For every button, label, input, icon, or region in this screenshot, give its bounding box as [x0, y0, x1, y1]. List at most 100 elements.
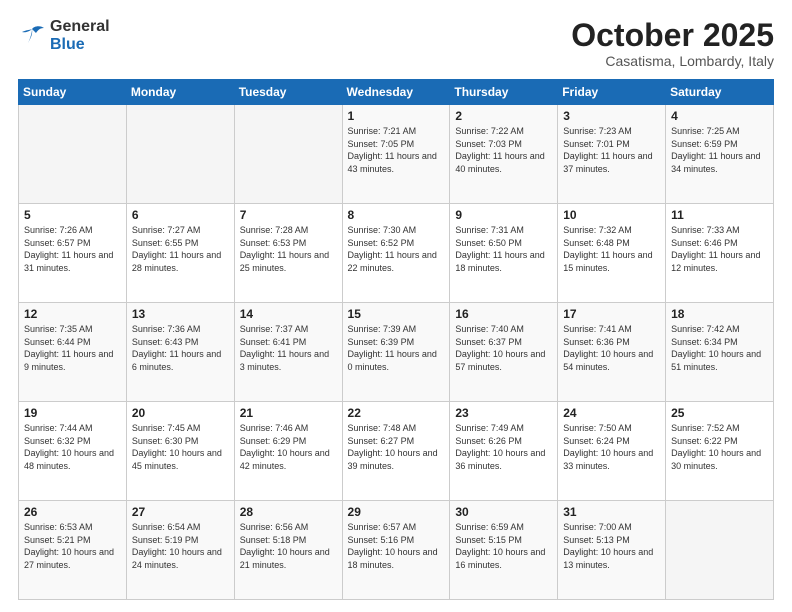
day-info: Sunrise: 7:25 AM Sunset: 6:59 PM Dayligh… — [671, 125, 768, 175]
day-number: 9 — [455, 208, 552, 222]
day-number: 30 — [455, 505, 552, 519]
week-row-4: 19 Sunrise: 7:44 AM Sunset: 6:32 PM Dayli… — [19, 402, 774, 501]
day-number: 2 — [455, 109, 552, 123]
day-info: Sunrise: 7:49 AM Sunset: 6:26 PM Dayligh… — [455, 422, 552, 472]
table-row — [666, 501, 774, 600]
header-friday: Friday — [558, 80, 666, 105]
day-info: Sunrise: 6:54 AM Sunset: 5:19 PM Dayligh… — [132, 521, 229, 571]
table-row: 9 Sunrise: 7:31 AM Sunset: 6:50 PM Daylig… — [450, 204, 558, 303]
day-info: Sunrise: 7:00 AM Sunset: 5:13 PM Dayligh… — [563, 521, 660, 571]
day-number: 7 — [240, 208, 337, 222]
table-row: 28 Sunrise: 6:56 AM Sunset: 5:18 PM Dayli… — [234, 501, 342, 600]
day-info: Sunrise: 7:37 AM Sunset: 6:41 PM Dayligh… — [240, 323, 337, 373]
day-number: 17 — [563, 307, 660, 321]
day-info: Sunrise: 7:46 AM Sunset: 6:29 PM Dayligh… — [240, 422, 337, 472]
day-info: Sunrise: 7:23 AM Sunset: 7:01 PM Dayligh… — [563, 125, 660, 175]
day-number: 8 — [348, 208, 445, 222]
table-row — [126, 105, 234, 204]
table-row: 1 Sunrise: 7:21 AM Sunset: 7:05 PM Daylig… — [342, 105, 450, 204]
day-number: 22 — [348, 406, 445, 420]
day-number: 29 — [348, 505, 445, 519]
day-info: Sunrise: 7:31 AM Sunset: 6:50 PM Dayligh… — [455, 224, 552, 274]
day-info: Sunrise: 7:45 AM Sunset: 6:30 PM Dayligh… — [132, 422, 229, 472]
table-row: 22 Sunrise: 7:48 AM Sunset: 6:27 PM Dayli… — [342, 402, 450, 501]
day-info: Sunrise: 7:44 AM Sunset: 6:32 PM Dayligh… — [24, 422, 121, 472]
day-info: Sunrise: 7:26 AM Sunset: 6:57 PM Dayligh… — [24, 224, 121, 274]
calendar-table: Sunday Monday Tuesday Wednesday Thursday… — [18, 79, 774, 600]
table-row: 5Sunrise: 7:26 AM Sunset: 6:57 PM Daylig… — [19, 204, 127, 303]
header-tuesday: Tuesday — [234, 80, 342, 105]
table-row: 10Sunrise: 7:32 AM Sunset: 6:48 PM Dayli… — [558, 204, 666, 303]
day-info: Sunrise: 7:48 AM Sunset: 6:27 PM Dayligh… — [348, 422, 445, 472]
logo-general: General — [50, 18, 110, 35]
header-saturday: Saturday — [666, 80, 774, 105]
table-row: 14 Sunrise: 7:37 AM Sunset: 6:41 PM Dayli… — [234, 303, 342, 402]
day-info: Sunrise: 7:32 AM Sunset: 6:48 PM Dayligh… — [563, 224, 660, 274]
day-info: Sunrise: 6:59 AM Sunset: 5:15 PM Dayligh… — [455, 521, 552, 571]
day-number: 24 — [563, 406, 660, 420]
table-row — [234, 105, 342, 204]
header-sunday: Sunday — [19, 80, 127, 105]
day-info: Sunrise: 7:27 AM Sunset: 6:55 PM Dayligh… — [132, 224, 229, 274]
day-info: Sunrise: 7:28 AM Sunset: 6:53 PM Dayligh… — [240, 224, 337, 274]
day-info: Sunrise: 7:22 AM Sunset: 7:03 PM Dayligh… — [455, 125, 552, 175]
day-number: 31 — [563, 505, 660, 519]
table-row: 3 Sunrise: 7:23 AM Sunset: 7:01 PM Daylig… — [558, 105, 666, 204]
table-row: 12 Sunrise: 7:35 AM Sunset: 6:44 PM Dayli… — [19, 303, 127, 402]
day-info: Sunrise: 7:42 AM Sunset: 6:34 PM Dayligh… — [671, 323, 768, 373]
day-number: 26 — [24, 505, 121, 519]
table-row: 26 Sunrise: 6:53 AM Sunset: 5:21 PM Dayli… — [19, 501, 127, 600]
day-info: Sunrise: 7:21 AM Sunset: 7:05 PM Dayligh… — [348, 125, 445, 175]
day-number: 21 — [240, 406, 337, 420]
day-info: Sunrise: 6:56 AM Sunset: 5:18 PM Dayligh… — [240, 521, 337, 571]
day-number: 15 — [348, 307, 445, 321]
table-row: 6 Sunrise: 7:27 AM Sunset: 6:55 PM Daylig… — [126, 204, 234, 303]
header-monday: Monday — [126, 80, 234, 105]
page: General Blue October 2025 Casatisma, Lom… — [0, 0, 792, 612]
week-row-1: 1 Sunrise: 7:21 AM Sunset: 7:05 PM Daylig… — [19, 105, 774, 204]
day-number: 19 — [24, 406, 121, 420]
table-row: 21 Sunrise: 7:46 AM Sunset: 6:29 PM Dayli… — [234, 402, 342, 501]
table-row: 15 Sunrise: 7:39 AM Sunset: 6:39 PM Dayli… — [342, 303, 450, 402]
month-title: October 2025 — [571, 18, 774, 53]
day-number: 11 — [671, 208, 768, 222]
logo-text: General Blue — [50, 18, 110, 54]
day-number: 1 — [348, 109, 445, 123]
week-row-2: 5Sunrise: 7:26 AM Sunset: 6:57 PM Daylig… — [19, 204, 774, 303]
header: General Blue October 2025 Casatisma, Lom… — [18, 18, 774, 69]
table-row: 30 Sunrise: 6:59 AM Sunset: 5:15 PM Dayli… — [450, 501, 558, 600]
day-info: Sunrise: 7:35 AM Sunset: 6:44 PM Dayligh… — [24, 323, 121, 373]
day-info: Sunrise: 7:30 AM Sunset: 6:52 PM Dayligh… — [348, 224, 445, 274]
table-row: 17 Sunrise: 7:41 AM Sunset: 6:36 PM Dayli… — [558, 303, 666, 402]
day-info: Sunrise: 6:53 AM Sunset: 5:21 PM Dayligh… — [24, 521, 121, 571]
day-info: Sunrise: 7:50 AM Sunset: 6:24 PM Dayligh… — [563, 422, 660, 472]
table-row: 31 Sunrise: 7:00 AM Sunset: 5:13 PM Dayli… — [558, 501, 666, 600]
table-row: 18 Sunrise: 7:42 AM Sunset: 6:34 PM Dayli… — [666, 303, 774, 402]
day-info: Sunrise: 7:36 AM Sunset: 6:43 PM Dayligh… — [132, 323, 229, 373]
day-info: Sunrise: 7:41 AM Sunset: 6:36 PM Dayligh… — [563, 323, 660, 373]
logo-bird-icon — [18, 25, 46, 47]
day-info: Sunrise: 6:57 AM Sunset: 5:16 PM Dayligh… — [348, 521, 445, 571]
header-wednesday: Wednesday — [342, 80, 450, 105]
day-number: 20 — [132, 406, 229, 420]
day-number: 12 — [24, 307, 121, 321]
day-number: 14 — [240, 307, 337, 321]
table-row: 8 Sunrise: 7:30 AM Sunset: 6:52 PM Daylig… — [342, 204, 450, 303]
day-number: 18 — [671, 307, 768, 321]
table-row: 27Sunrise: 6:54 AM Sunset: 5:19 PM Dayli… — [126, 501, 234, 600]
logo: General Blue — [18, 18, 110, 54]
day-number: 3 — [563, 109, 660, 123]
day-number: 16 — [455, 307, 552, 321]
day-info: Sunrise: 7:52 AM Sunset: 6:22 PM Dayligh… — [671, 422, 768, 472]
header-thursday: Thursday — [450, 80, 558, 105]
day-number: 28 — [240, 505, 337, 519]
logo-blue: Blue — [50, 36, 85, 53]
day-info: Sunrise: 7:39 AM Sunset: 6:39 PM Dayligh… — [348, 323, 445, 373]
table-row: 24 Sunrise: 7:50 AM Sunset: 6:24 PM Dayli… — [558, 402, 666, 501]
table-row: 16Sunrise: 7:40 AM Sunset: 6:37 PM Dayli… — [450, 303, 558, 402]
table-row: 4Sunrise: 7:25 AM Sunset: 6:59 PM Daylig… — [666, 105, 774, 204]
table-row: 20 Sunrise: 7:45 AM Sunset: 6:30 PM Dayli… — [126, 402, 234, 501]
day-info: Sunrise: 7:33 AM Sunset: 6:46 PM Dayligh… — [671, 224, 768, 274]
day-number: 25 — [671, 406, 768, 420]
day-number: 6 — [132, 208, 229, 222]
